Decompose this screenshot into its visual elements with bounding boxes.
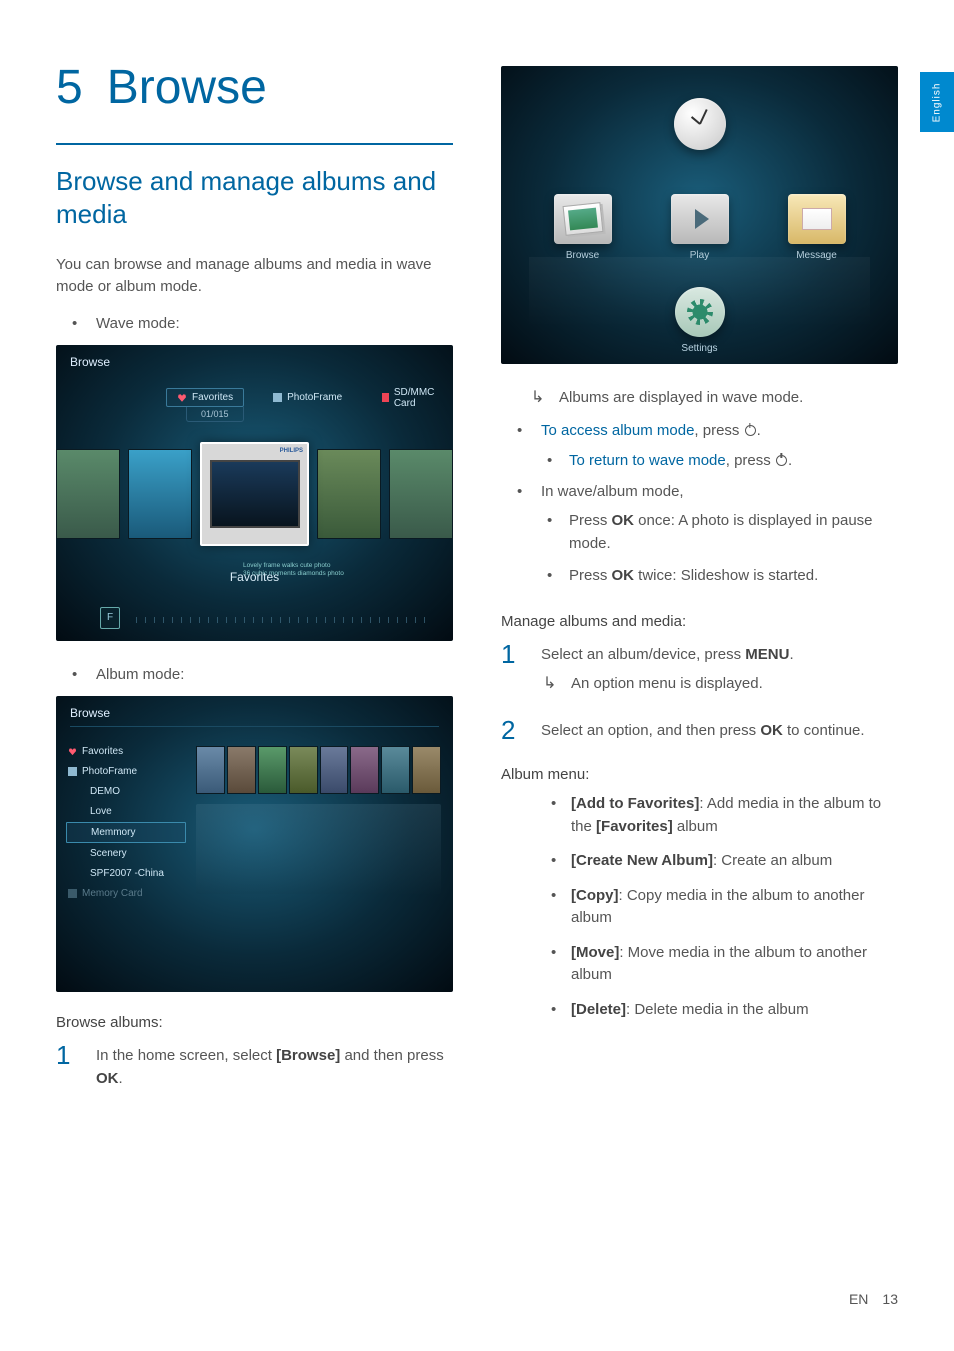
result-wave-displayed: Albums are displayed in wave mode. [523, 386, 898, 409]
wave-tab-photoframe: PhotoFrame [262, 388, 353, 407]
play-icon [671, 194, 729, 244]
menu-add-favorites: [Add to Favorites]: Add media in the alb… [547, 793, 898, 838]
home-screenshot: Browse Play Message Settings [501, 66, 898, 364]
album-thumb [350, 746, 379, 794]
album-thumb [289, 746, 318, 794]
in-mode: In wave/album mode, Press OK once: A pho… [509, 480, 898, 587]
menu-move: [Move]: Move media in the album to anoth… [547, 942, 898, 987]
wave-tab-favorites: Favorites [166, 388, 244, 407]
step-1-left: 1 In the home screen, select [Browse] an… [56, 1041, 453, 1090]
album-mode-label: Album mode: [64, 663, 453, 686]
album-side-item-selected: Memmory [66, 822, 186, 843]
album-side-item: SPF2007 -China [66, 864, 186, 883]
settings-icon [675, 287, 725, 337]
album-side-item: PhotoFrame [66, 762, 186, 781]
return-wave-mode: To return to wave mode, press . [541, 449, 898, 472]
ok-twice: Press OK twice: Slideshow is started. [541, 564, 898, 587]
manage-head: Manage albums and media: [501, 613, 898, 630]
browse-albums-head: Browse albums: [56, 1014, 453, 1031]
album-title: Browse [70, 706, 110, 720]
brand-label: PHILIPS [280, 448, 303, 454]
access-album-mode: To access album mode, press . To return … [509, 419, 898, 472]
message-icon [788, 194, 846, 244]
wave-ticks [136, 617, 433, 623]
album-thumb [196, 746, 225, 794]
power-icon [745, 425, 756, 436]
manage-result-1: An option menu is displayed. [535, 672, 898, 695]
album-thumb [412, 746, 441, 794]
intro-text: You can browse and manage albums and med… [56, 254, 453, 298]
menu-create-album: [Create New Album]: Create an album [547, 850, 898, 873]
album-thumb [381, 746, 410, 794]
clock-icon [674, 98, 726, 150]
album-side-item: Favorites [66, 742, 186, 761]
wave-thumb [317, 449, 381, 539]
wave-counter: 01/015 [186, 407, 244, 422]
browse-icon [554, 194, 612, 244]
wave-tab-sd: SD/MMC Card [371, 383, 453, 413]
wave-mode-screenshot: Browse Favorites PhotoFrame SD/MMC Card … [56, 345, 453, 641]
page-footer: EN13 [849, 1291, 898, 1307]
f-key-icon: F [100, 607, 120, 629]
square-icon [273, 393, 282, 402]
heading-rule [56, 143, 453, 145]
wave-thumb [56, 449, 120, 539]
power-icon [776, 455, 787, 466]
wave-fav-label: Favorites [56, 570, 453, 584]
album-menu-head: Album menu: [501, 766, 898, 783]
album-thumb [227, 746, 256, 794]
album-side-item: DEMO [66, 782, 186, 801]
wave-thumb [389, 449, 453, 539]
language-tab: English [920, 72, 954, 132]
ok-once: Press OK once: A photo is displayed in p… [541, 509, 898, 556]
album-thumb [320, 746, 349, 794]
heart-icon [177, 393, 187, 403]
album-mode-screenshot: Browse Favorites PhotoFrame DEMO Love Me… [56, 696, 453, 992]
wave-frame: PHILIPS Lovely frame walks cute photo36 … [200, 442, 309, 546]
album-reflection [196, 804, 441, 894]
manage-step-2: 2 Select an option, and then press OK to… [501, 716, 898, 745]
album-thumb [258, 746, 287, 794]
menu-copy: [Copy]: Copy media in the album to anoth… [547, 885, 898, 930]
chapter-heading: 5Browse [56, 60, 453, 115]
menu-delete: [Delete]: Delete media in the album [547, 999, 898, 1022]
wave-title: Browse [70, 355, 110, 369]
album-side-item: Memory Card [66, 884, 186, 903]
section-heading: Browse and manage albums and media [56, 165, 453, 230]
wave-thumb [128, 449, 192, 539]
manage-step-1: 1 Select an album/device, press MENU. An… [501, 640, 898, 706]
album-side-item: Love [66, 802, 186, 821]
wave-mode-label: Wave mode: [64, 312, 453, 335]
square-icon [382, 393, 389, 402]
album-side-item: Scenery [66, 844, 186, 863]
